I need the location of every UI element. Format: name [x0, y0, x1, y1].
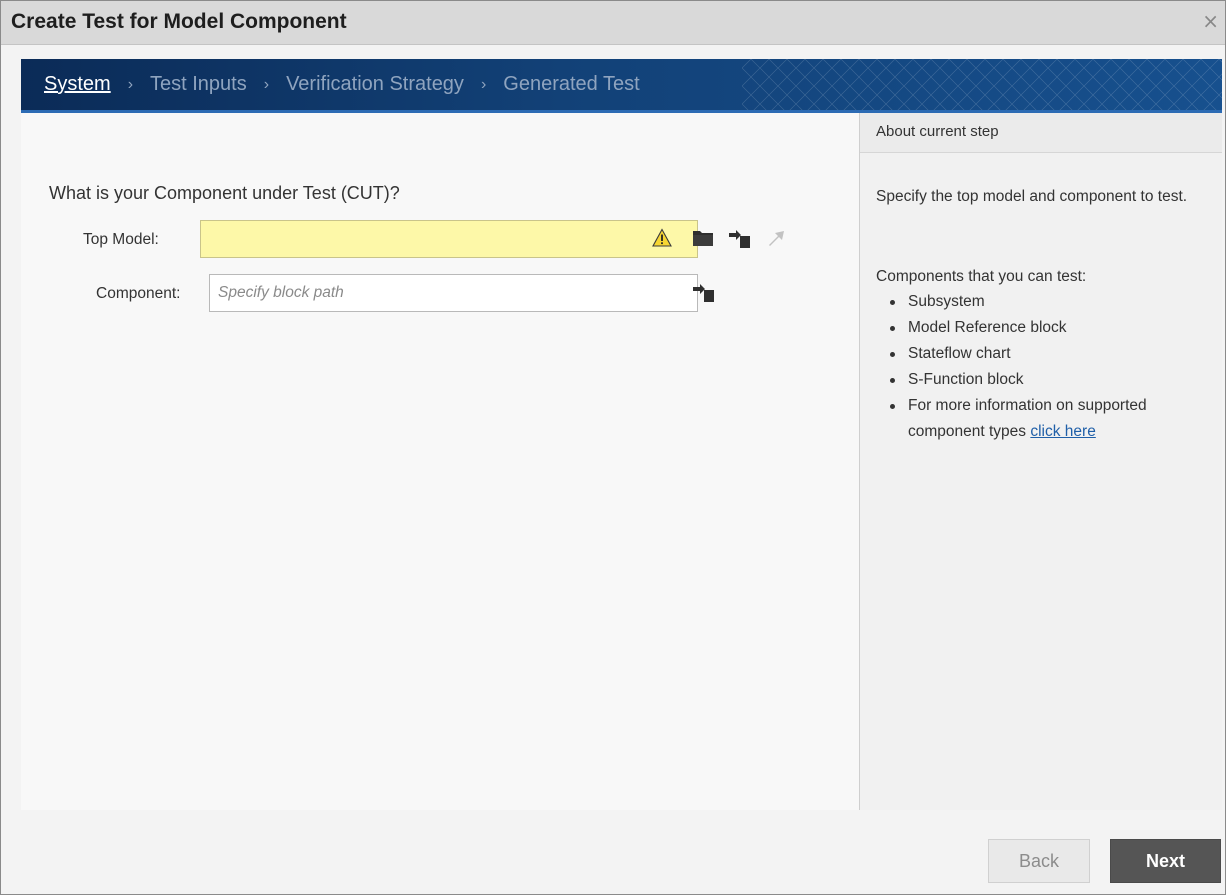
component-label: Component:	[96, 285, 181, 302]
dialog-window: Create Test for Model Component × System…	[0, 0, 1226, 895]
list-item: Model Reference block	[876, 315, 1206, 341]
top-model-input[interactable]	[200, 220, 698, 258]
more-info-text: For more information on supported compon…	[908, 397, 1147, 440]
dialog-title: Create Test for Model Component	[11, 10, 347, 33]
dialog-footer: Back Next	[1, 810, 1225, 894]
step-separator-icon: ›	[263, 75, 270, 93]
cut-question: What is your Component under Test (CUT)?	[49, 183, 400, 203]
click-here-link[interactable]: click here	[1030, 423, 1095, 440]
step-test-inputs: Test Inputs	[150, 73, 247, 95]
help-subheading: Components that you can test:	[876, 268, 1087, 285]
header-pattern-decoration	[742, 59, 1222, 110]
folder-browse-icon[interactable]	[692, 229, 714, 247]
help-panel: About current step Specify the top model…	[859, 113, 1222, 810]
step-system[interactable]: System	[44, 73, 111, 96]
step-separator-icon: ›	[480, 75, 487, 93]
close-icon[interactable]: ×	[1202, 9, 1219, 33]
step-separator-icon: ›	[127, 75, 134, 93]
back-button[interactable]: Back	[988, 839, 1090, 883]
help-description: Specify the top model and component to t…	[876, 188, 1188, 205]
title-bar: Create Test for Model Component ×	[1, 1, 1225, 45]
list-item: Subsystem	[876, 289, 1206, 315]
select-component-icon[interactable]	[692, 281, 716, 303]
step-generated-test: Generated Test	[503, 73, 640, 95]
open-model-icon	[769, 231, 784, 246]
list-item: Stateflow chart	[876, 341, 1206, 367]
steps-breadcrumb: System › Test Inputs › Verification Stra…	[44, 73, 640, 96]
warning-icon	[652, 228, 672, 247]
select-from-model-icon[interactable]	[728, 227, 752, 249]
main-panel: What is your Component under Test (CUT)?…	[21, 113, 859, 810]
next-button[interactable]: Next	[1110, 839, 1221, 883]
list-item-more-info: For more information on supported compon…	[876, 393, 1206, 445]
help-panel-header: About current step	[860, 113, 1222, 153]
component-input[interactable]	[209, 274, 698, 312]
top-model-label: Top Model:	[83, 231, 159, 248]
step-navigation-bar: System › Test Inputs › Verification Stra…	[21, 59, 1222, 113]
step-verification-strategy: Verification Strategy	[286, 73, 464, 95]
list-item: S-Function block	[876, 367, 1206, 393]
component-types-list: Subsystem Model Reference block Stateflo…	[876, 289, 1206, 445]
